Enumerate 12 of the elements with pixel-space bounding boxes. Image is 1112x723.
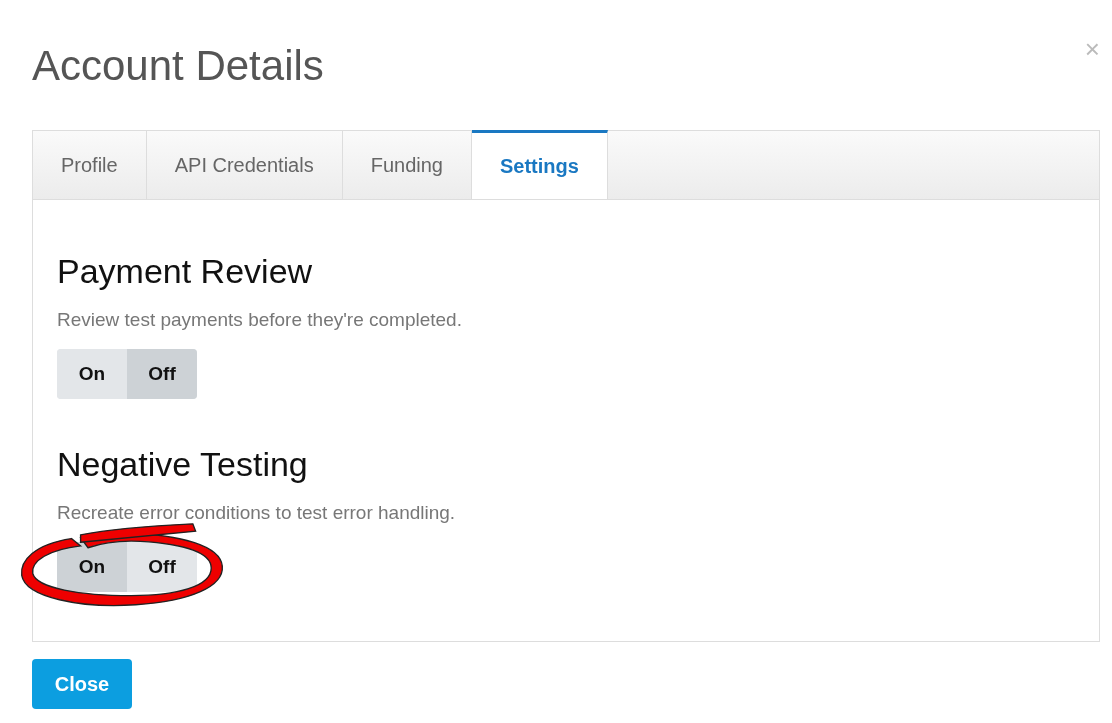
- setting-description: Review test payments before they're completed.: [57, 309, 463, 331]
- toggle-option[interactable]: Off: [127, 349, 197, 399]
- setting-title: Negative Testing: [57, 445, 309, 484]
- close-button[interactable]: Close: [32, 659, 132, 709]
- dialog-title: Account Details: [32, 42, 324, 90]
- tab[interactable]: Funding: [342, 131, 472, 199]
- setting-title: Payment Review: [57, 252, 314, 291]
- toggle-option[interactable]: On: [57, 542, 127, 592]
- tab[interactable]: API Credentials: [146, 131, 343, 199]
- setting-description: Recreate error conditions to test error handling.: [57, 502, 457, 524]
- tab[interactable]: Profile: [33, 131, 147, 199]
- tab[interactable]: Settings: [471, 130, 608, 199]
